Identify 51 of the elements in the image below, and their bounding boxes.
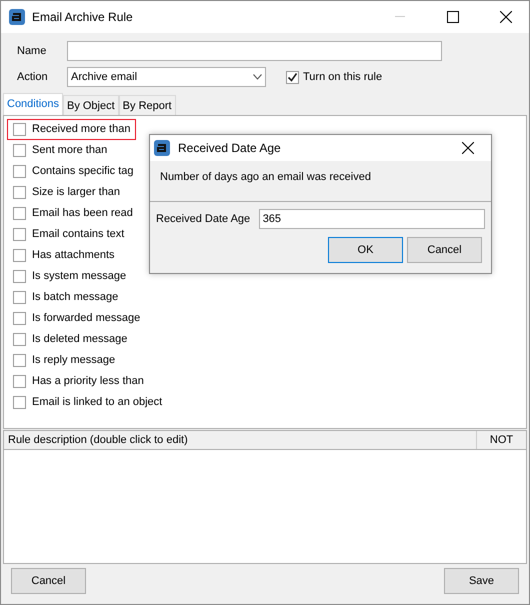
checkbox[interactable] xyxy=(13,144,26,157)
checkbox[interactable] xyxy=(13,396,26,409)
checkbox[interactable] xyxy=(286,70,299,84)
checkbox-label: Sent more than xyxy=(32,143,108,158)
caret-icon xyxy=(253,74,262,80)
checkbox-label: Has attachments xyxy=(32,248,115,264)
save-button[interactable]: Save xyxy=(444,568,519,594)
checkbox[interactable] xyxy=(13,123,26,136)
cancel-button[interactable]: Cancel xyxy=(11,568,86,594)
checkbox-label: Contains specific tag xyxy=(32,164,134,180)
checkbox[interactable] xyxy=(13,249,26,262)
tab[interactable]: By Object xyxy=(62,95,119,115)
checkbox-label: Email contains text xyxy=(32,227,124,242)
field-label: Name xyxy=(17,44,48,59)
checkbox[interactable] xyxy=(13,354,26,367)
age-field[interactable]: 365 xyxy=(258,209,485,229)
checkbox-label: Is deleted message xyxy=(32,332,128,348)
tab[interactable]: Conditions xyxy=(3,93,63,115)
ok-button[interactable]: OK xyxy=(328,237,403,263)
column-header: NOT xyxy=(476,431,526,449)
tab[interactable]: By Report xyxy=(118,95,176,115)
dialog-title: Received Date Age xyxy=(178,140,282,157)
checkbox-label: Is reply message xyxy=(32,353,116,368)
checkbox-label: Email is linked to an object xyxy=(32,395,162,410)
checkbox[interactable] xyxy=(13,270,26,283)
checkbox-label: Turn on this rule xyxy=(303,70,382,85)
cancel-button[interactable]: Cancel xyxy=(407,237,482,263)
checkbox[interactable] xyxy=(13,291,26,304)
checkbox[interactable] xyxy=(13,228,26,241)
field-label: Action xyxy=(17,70,49,85)
checkbox[interactable] xyxy=(13,333,26,346)
window-title: Email Archive Rule xyxy=(32,9,134,26)
selected-condition-row[interactable]: Received more than xyxy=(7,119,136,140)
checkbox-label: Is forwarded message xyxy=(32,311,140,326)
dialog-message: Number of days ago an email was received xyxy=(160,171,371,183)
app-logo-icon xyxy=(154,140,170,156)
checkbox-label: Is system message xyxy=(32,269,126,284)
checkbox-label: Email has been read xyxy=(32,206,133,222)
checkbox[interactable] xyxy=(13,312,26,325)
checkbox[interactable] xyxy=(13,165,26,178)
app-logo-icon xyxy=(9,9,25,25)
column-header: Rule description (double click to edit) xyxy=(7,432,189,448)
field-label: Received Date Age xyxy=(156,212,252,227)
checkbox-label: Size is larger than xyxy=(32,185,120,200)
checkbox-label: Is batch message xyxy=(32,290,118,306)
name-field[interactable] xyxy=(67,41,442,61)
checkbox[interactable] xyxy=(13,186,26,199)
checkbox-label: Has a priority less than xyxy=(32,374,144,390)
checkbox[interactable] xyxy=(13,207,26,220)
action-dropdown[interactable]: Archive email xyxy=(67,67,266,87)
checkbox[interactable] xyxy=(13,375,26,388)
